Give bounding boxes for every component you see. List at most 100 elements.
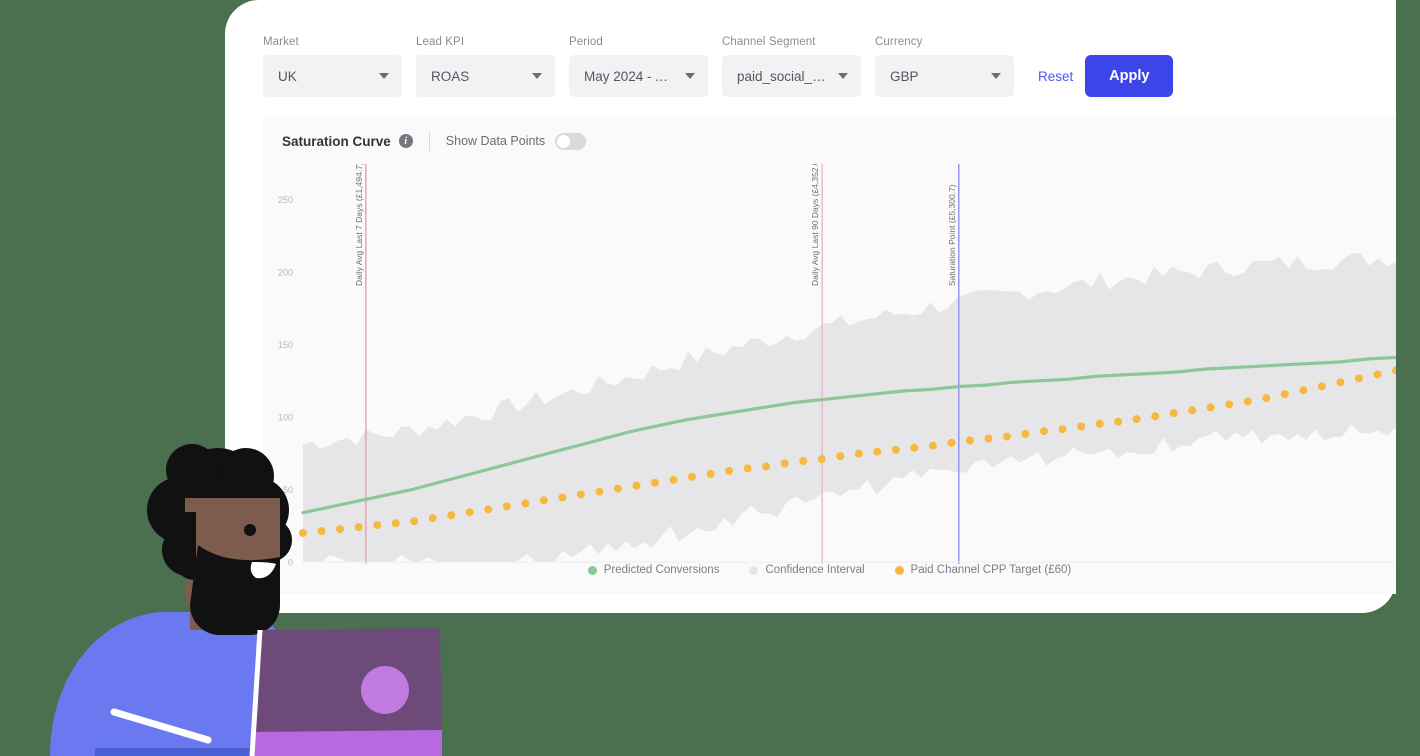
confidence-interval-band [303,252,1396,562]
legend-dot-icon [894,565,904,575]
cpp-target-dot [1336,378,1345,387]
toggle-knob [557,134,571,148]
cpp-target-dot [1317,382,1326,391]
cpp-target-dot [1169,409,1178,418]
y-axis-tick-label: 100 [278,412,293,422]
filter-label-market: Market [263,36,299,48]
cpp-target-dot [336,525,345,534]
cpp-target-dot [688,472,696,481]
legend-item-predicted-conversions[interactable]: Predicted Conversions [587,564,720,576]
daily-avg-90-days-line-label: Daily Avg Last 90 Days (£4,352.0) [810,164,820,286]
cpp-target-dot [1114,417,1123,426]
market-select[interactable]: UK [263,55,402,97]
chevron-down-icon [991,73,1001,79]
cpp-target-dot [410,517,419,526]
cpp-target-dot [965,436,974,445]
lead-kpi-select-value: ROAS [431,68,470,84]
daily-avg-7-days-line-label: Daily Avg Last 7 Days (£1,494.7) [354,164,364,286]
chevron-down-icon [532,73,542,79]
cpp-target-dot [1225,400,1234,409]
filter-market: Market UK [263,36,402,97]
legend-dot-icon [587,565,597,575]
show-data-points-toggle[interactable] [555,132,587,150]
period-select-value: May 2024 - Aug 2… [584,68,675,84]
cpp-target-dot [1132,415,1141,424]
apply-button[interactable]: Apply [1085,55,1174,97]
filter-currency: Currency GBP [875,36,1014,97]
legend-label: Paid Channel CPP Target (£60) [910,564,1072,576]
saturation-point-line-label: Saturation Point (£5,300.7) [947,184,957,286]
saturation-curve-svg: 050100150200250 Daily Avg Last 7 Days (£… [278,164,1396,568]
cpp-target-dot [373,521,382,530]
cpp-target-dot [1058,425,1067,434]
cpp-target-dot [299,529,307,537]
cpp-target-dot [873,447,882,456]
cpp-target-dot [595,487,604,496]
cpp-target-dot [1354,374,1363,383]
cpp-target-dot [817,455,826,464]
chevron-down-icon [838,73,848,79]
currency-select-value: GBP [890,68,919,84]
header-divider [428,131,430,151]
filter-channel-segment: Channel Segment paid_social_tikto… [722,36,861,97]
cpp-target-dot [539,496,548,505]
cpp-target-dot [1206,403,1215,412]
cpp-target-dot [836,452,845,461]
plot-area: 0 50 100 150 200 250 Daily Avg Last 7 Days (£… [263,164,1396,594]
legend-label: Confidence Interval [765,564,865,576]
lead-kpi-select[interactable]: ROAS [416,55,555,97]
cpp-target-dot [1188,406,1197,415]
cpp-target-dot [391,519,400,528]
cpp-target-dot [465,508,474,517]
market-select-value: UK [278,68,297,84]
cpp-target-dot [928,441,937,450]
filter-label-period: Period [569,36,603,48]
cpp-target-dot [1077,422,1086,431]
cpp-target-dot [1003,432,1011,441]
cpp-target-dot [799,457,808,465]
cpp-target-dot [1021,429,1030,438]
cpp-target-dot [484,505,493,514]
y-axis-tick-label: 150 [278,340,293,350]
cpp-target-dot [317,527,326,535]
cpp-target-dot [428,514,437,523]
cpp-target-dot [521,499,530,508]
cpp-target-dot [1373,370,1382,379]
filter-label-lead-kpi: Lead KPI [416,36,465,48]
cpp-target-dot [1151,412,1160,421]
chart-legend: Predicted Conversions Confidence Interva… [263,564,1396,576]
reset-button[interactable]: Reset [1038,55,1073,97]
cpp-target-dot [1040,427,1048,436]
filter-bar: Market UK Lead KPI ROAS Period May 2024 … [263,36,1174,97]
cpp-target-dot [1262,394,1271,403]
cpp-target-dot [576,490,585,499]
channel-segment-select[interactable]: paid_social_tikto… [722,55,861,97]
cpp-target-dot [447,511,456,520]
saturation-curve-panel: Saturation Curve i Show Data Points 0 50 1… [263,116,1396,594]
legend-label: Predicted Conversions [603,564,720,576]
cpp-target-dot [984,434,993,443]
chevron-down-icon [685,73,695,79]
y-axis-tick-label: 50 [283,485,293,495]
legend-item-confidence-interval[interactable]: Confidence Interval [749,564,865,576]
cpp-target-dot [725,466,734,475]
y-axis-tick-label: 200 [278,267,293,277]
period-select[interactable]: May 2024 - Aug 2… [569,55,708,97]
cpp-target-dot [743,464,752,473]
info-icon[interactable]: i [398,134,413,148]
cpp-target-dot [502,502,511,511]
filter-lead-kpi: Lead KPI ROAS [416,36,555,97]
cpp-target-dot [780,459,789,468]
filter-label-currency: Currency [875,36,923,48]
cpp-target-dot [762,462,771,471]
cpp-target-dot [706,469,715,478]
currency-select[interactable]: GBP [875,55,1014,97]
cpp-target-dot [910,443,919,452]
cpp-target-dot [854,449,863,458]
cpp-target-dot [1243,397,1252,406]
app-card: Market UK Lead KPI ROAS Period May 2024 … [225,0,1396,613]
cpp-target-dot [1280,390,1289,399]
legend-item-cpp-target[interactable]: Paid Channel CPP Target (£60) [894,564,1072,576]
filter-period: Period May 2024 - Aug 2… [569,36,708,97]
cpp-target-dot [1095,419,1104,428]
